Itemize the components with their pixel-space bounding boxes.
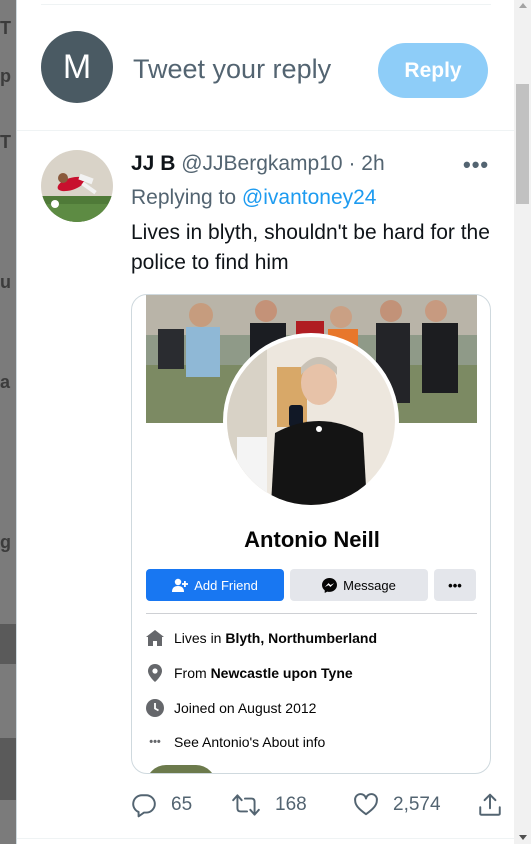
fb-photo-thumbnail (146, 765, 216, 773)
user-avatar[interactable]: M (41, 31, 113, 103)
avatar-letter: M (62, 47, 92, 86)
background-fragment: u (0, 272, 11, 292)
more-options-icon[interactable]: ••• (463, 152, 489, 178)
clock-icon (146, 699, 164, 717)
replying-prefix: Replying to (131, 186, 237, 209)
fb-lives-in-row: Lives in Blyth, Northumberland (146, 629, 377, 647)
retweet-action[interactable]: 168 (231, 792, 307, 818)
background-band (0, 624, 16, 664)
from-place: Newcastle upon Tyne (210, 665, 353, 681)
background-fragment: T (0, 132, 11, 152)
ellipsis-icon: ••• (149, 736, 161, 748)
tweet-time[interactable]: 2h (361, 152, 384, 175)
message-label: Message (343, 577, 396, 593)
background-fragment: g (0, 532, 11, 552)
divider (146, 613, 477, 614)
tweet-header: JJ B @JJBergkamp10 · 2h (131, 152, 385, 176)
scroll-thumb[interactable] (516, 84, 529, 204)
add-friend-label: Add Friend (194, 577, 258, 593)
divider (17, 838, 514, 839)
background-page: T p T u a g (0, 0, 16, 844)
replying-to: Replying to @ivantoney24 (131, 186, 376, 210)
replying-mention-link[interactable]: @ivantoney24 (242, 186, 377, 209)
tweet-modal: M Tweet your reply Reply JJ B @JJBergkam… (16, 0, 514, 844)
author-handle[interactable]: @JJBergkamp10 (181, 152, 342, 175)
fb-joined-row: Joined on August 2012 (146, 699, 316, 717)
tweet-media-image[interactable]: Antonio Neill Add Friend Message ••• Liv (131, 294, 491, 774)
retweet-icon (232, 794, 260, 816)
reply-input[interactable]: Tweet your reply (133, 54, 331, 85)
tweet-text: Lives in blyth, shouldn't be hard for th… (131, 221, 490, 274)
share-action[interactable] (477, 792, 503, 818)
fb-profile-name: Antonio Neill (244, 527, 380, 552)
retweet-count: 168 (275, 794, 307, 815)
background-fragment: T (0, 18, 11, 38)
author-name[interactable]: JJ B (131, 152, 175, 175)
share-icon (479, 793, 501, 816)
heart-icon (354, 793, 378, 816)
lives-in-prefix: Lives in (174, 630, 222, 646)
author-avatar[interactable] (41, 150, 113, 222)
lives-in-place: Blyth, Northumberland (225, 630, 378, 646)
author-avatar-image (41, 150, 113, 222)
fb-from-row: From Newcastle upon Tyne (146, 664, 353, 682)
fb-more-button: ••• (434, 569, 476, 601)
tweet-actions: 65 168 2,574 (131, 792, 501, 824)
background-band (0, 738, 16, 800)
scroll-up-arrow-icon[interactable] (519, 3, 527, 8)
like-action[interactable]: 2,574 (353, 792, 441, 818)
reply-icon (132, 794, 156, 818)
divider (17, 130, 514, 131)
scrollbar[interactable] (514, 0, 531, 844)
background-fragment: p (0, 66, 11, 86)
messenger-icon (322, 577, 338, 593)
scroll-down-arrow-icon[interactable] (519, 835, 527, 840)
fb-add-friend-button: Add Friend (146, 569, 284, 601)
separator-dot: · (348, 152, 356, 175)
add-friend-icon (172, 578, 189, 592)
reply-button[interactable]: Reply (378, 43, 488, 98)
from-prefix: From (174, 665, 207, 681)
divider (41, 4, 491, 5)
background-fragment: a (0, 372, 11, 392)
reply-count: 65 (171, 794, 193, 815)
about-text: See Antonio's About info (174, 734, 326, 750)
home-icon (146, 629, 164, 647)
fb-message-button: Message (290, 569, 428, 601)
reply-action[interactable]: 65 (131, 792, 192, 818)
like-count: 2,574 (393, 794, 441, 815)
profile-picture-image (227, 337, 395, 505)
joined-text: Joined on August 2012 (174, 700, 317, 716)
location-pin-icon (146, 664, 164, 682)
fb-profile-picture (223, 333, 399, 509)
fb-about-row: ••• See Antonio's About info (146, 733, 325, 751)
